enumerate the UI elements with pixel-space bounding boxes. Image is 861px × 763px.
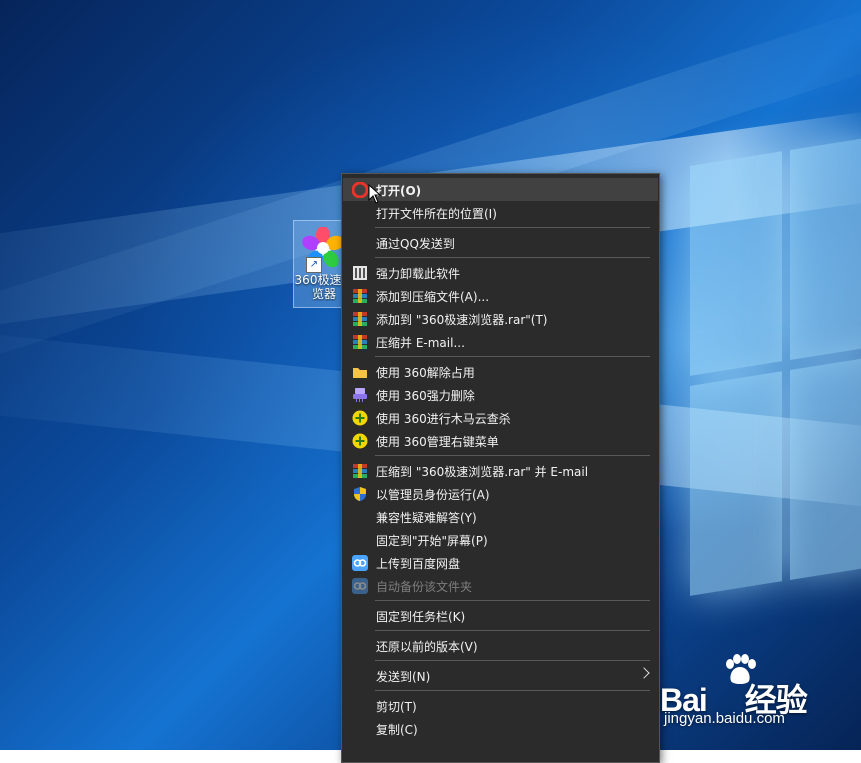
menu-item-label: 使用 360解除占用 xyxy=(376,366,475,380)
menu-item-open-file-location[interactable]: 打开文件所在的位置(I) xyxy=(343,201,658,224)
menu-item-360-force-delete[interactable]: 使用 360强力删除 xyxy=(343,383,658,406)
mouse-cursor-icon xyxy=(368,184,382,204)
uninstall-icon xyxy=(353,266,367,280)
menu-item-label: 压缩并 E-mail... xyxy=(376,336,465,350)
menu-separator xyxy=(375,660,650,661)
menu-item-360-unlock[interactable]: 使用 360解除占用 xyxy=(343,360,658,383)
menu-item-label: 兼容性疑难解答(Y) xyxy=(376,511,477,525)
menu-item-label: 自动备份该文件夹 xyxy=(376,580,473,594)
menu-item-run-as-admin[interactable]: 以管理员身份运行(A) xyxy=(343,482,658,505)
context-menu: 打开(O) 打开文件所在的位置(I) 通过QQ发送到 强力卸载此软件 添加到压缩… xyxy=(341,173,660,763)
360-plus-icon xyxy=(352,433,368,449)
menu-item-label: 强力卸载此软件 xyxy=(376,267,461,281)
menu-separator xyxy=(375,690,650,691)
menu-item-cut[interactable]: 剪切(T) xyxy=(343,694,658,717)
menu-item-label: 添加到 "360极速浏览器.rar"(T) xyxy=(376,313,548,327)
baidu-netdisk-icon xyxy=(352,578,368,594)
menu-separator xyxy=(375,600,650,601)
browser-360-icon xyxy=(352,182,368,198)
menu-item-pin-to-taskbar[interactable]: 固定到任务栏(K) xyxy=(343,604,658,627)
menu-item-label: 发送到(N) xyxy=(376,670,431,684)
menu-separator xyxy=(375,227,650,228)
winrar-icon xyxy=(353,335,367,349)
menu-item-360-manage-context-menu[interactable]: 使用 360管理右键菜单 xyxy=(343,429,658,452)
winrar-icon xyxy=(353,464,367,478)
baidu-netdisk-icon xyxy=(352,555,368,571)
menu-item-label: 通过QQ发送到 xyxy=(376,237,455,251)
watermark-url: jingyan.baidu.com xyxy=(664,710,785,727)
menu-item-label: 固定到任务栏(K) xyxy=(376,610,466,624)
menu-item-label: 剪切(T) xyxy=(376,700,417,714)
menu-item-label: 上传到百度网盘 xyxy=(376,557,461,571)
360-plus-icon xyxy=(352,410,368,426)
menu-item-label: 压缩到 "360极速浏览器.rar" 并 E-mail xyxy=(376,465,589,479)
menu-item-label: 使用 360强力删除 xyxy=(376,389,475,403)
baidu-jingyan-watermark: Bai 经验 jingyan.baidu.com xyxy=(660,650,860,740)
uac-shield-icon xyxy=(354,487,366,501)
menu-item-pin-to-start[interactable]: 固定到"开始"屏幕(P) xyxy=(343,528,658,551)
menu-item-label: 打开文件所在的位置(I) xyxy=(376,207,497,221)
menu-item-open[interactable]: 打开(O) xyxy=(343,178,658,201)
chevron-right-icon xyxy=(638,667,650,679)
menu-item-restore-previous-versions[interactable]: 还原以前的版本(V) xyxy=(343,634,658,657)
windows-logo-wallpaper xyxy=(690,134,861,616)
menu-item-label: 添加到压缩文件(A)... xyxy=(376,290,490,304)
menu-item-label: 打开(O) xyxy=(376,184,422,198)
menu-item-auto-backup-folder[interactable]: 自动备份该文件夹 xyxy=(343,574,658,597)
menu-item-compress-and-email[interactable]: 压缩并 E-mail... xyxy=(343,330,658,353)
menu-item-add-to-archive[interactable]: 添加到压缩文件(A)... xyxy=(343,284,658,307)
menu-item-label: 使用 360进行木马云查杀 xyxy=(376,412,511,426)
menu-separator xyxy=(375,356,650,357)
menu-item-copy[interactable]: 复制(C) xyxy=(343,717,658,740)
folder-unlock-icon xyxy=(353,368,367,378)
shredder-icon xyxy=(353,388,367,402)
menu-separator xyxy=(375,455,650,456)
menu-item-360-trojan-scan[interactable]: 使用 360进行木马云查杀 xyxy=(343,406,658,429)
winrar-icon xyxy=(353,312,367,326)
menu-separator xyxy=(375,630,650,631)
menu-item-upload-baidu-netdisk[interactable]: 上传到百度网盘 xyxy=(343,551,658,574)
winrar-icon xyxy=(353,289,367,303)
menu-item-force-uninstall[interactable]: 强力卸载此软件 xyxy=(343,261,658,284)
menu-separator xyxy=(375,257,650,258)
menu-item-compatibility-troubleshoot[interactable]: 兼容性疑难解答(Y) xyxy=(343,505,658,528)
menu-item-label: 固定到"开始"屏幕(P) xyxy=(376,534,488,548)
menu-item-send-to[interactable]: 发送到(N) xyxy=(343,664,658,687)
menu-item-compress-named-and-email[interactable]: 压缩到 "360极速浏览器.rar" 并 E-mail xyxy=(343,459,658,482)
shortcut-arrow-icon: ↗ xyxy=(306,257,322,273)
menu-item-label: 使用 360管理右键菜单 xyxy=(376,435,499,449)
menu-item-label: 以管理员身份运行(A) xyxy=(376,488,490,502)
menu-item-label: 复制(C) xyxy=(376,723,418,737)
menu-item-label: 还原以前的版本(V) xyxy=(376,640,478,654)
menu-item-send-via-qq[interactable]: 通过QQ发送到 xyxy=(343,231,658,254)
menu-item-add-to-named-rar[interactable]: 添加到 "360极速浏览器.rar"(T) xyxy=(343,307,658,330)
